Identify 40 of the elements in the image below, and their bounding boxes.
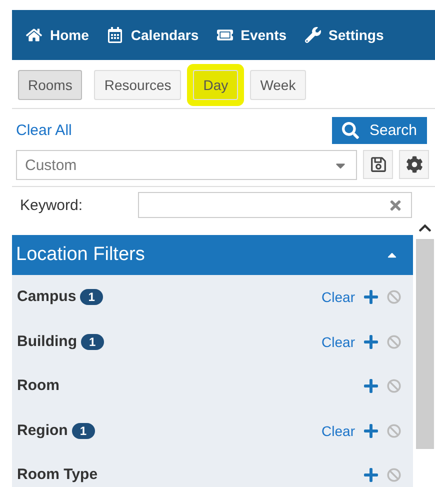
filter-name: Campus — [17, 288, 76, 306]
calendar-icon — [106, 27, 123, 43]
count-badge: 1 — [81, 334, 104, 350]
add-icon[interactable] — [363, 289, 379, 306]
home-icon — [26, 27, 42, 43]
add-icon[interactable] — [363, 467, 379, 484]
filter-name: Region — [17, 422, 68, 439]
nav-link[interactable]: Home — [26, 27, 89, 43]
search-button[interactable]: Search — [332, 117, 427, 144]
nav-link[interactable]: Events — [216, 27, 287, 43]
filter-name: Room — [17, 377, 60, 394]
wrench-icon — [304, 27, 321, 43]
add-icon[interactable] — [363, 334, 379, 350]
keyword-field[interactable] — [138, 192, 412, 218]
nav-link[interactable]: Settings — [304, 27, 384, 43]
keyword-label: Keyword: — [20, 196, 84, 214]
search-icon — [342, 122, 360, 139]
gear-icon — [406, 156, 422, 173]
nav-link[interactable]: Calendars — [106, 27, 199, 43]
add-icon[interactable] — [363, 422, 379, 439]
ticket-icon — [216, 27, 233, 43]
saved-search-dropdown[interactable]: Custom — [16, 150, 357, 180]
tab[interactable]: Resources — [94, 70, 182, 100]
add-icon[interactable] — [363, 378, 379, 394]
count-badge: 1 — [72, 422, 95, 439]
clear-link[interactable]: Clear — [322, 334, 355, 350]
settings-button[interactable] — [399, 150, 429, 179]
clear-link[interactable]: Clear — [322, 422, 355, 439]
clear-link[interactable]: Clear — [322, 289, 355, 306]
clear-all-link[interactable]: Clear All — [16, 122, 72, 139]
panel-header[interactable]: Location Filters — [12, 235, 413, 275]
save-icon — [370, 156, 386, 173]
count-badge: 1 — [80, 289, 103, 306]
save-button[interactable] — [363, 150, 393, 179]
filter-name: Room Type — [17, 466, 98, 484]
tab[interactable]: Week — [250, 70, 306, 100]
scrollbar-thumb[interactable] — [416, 239, 434, 449]
close-icon — [388, 198, 403, 212]
tab[interactable]: Rooms — [18, 70, 82, 100]
filter-name: Building — [17, 332, 77, 350]
